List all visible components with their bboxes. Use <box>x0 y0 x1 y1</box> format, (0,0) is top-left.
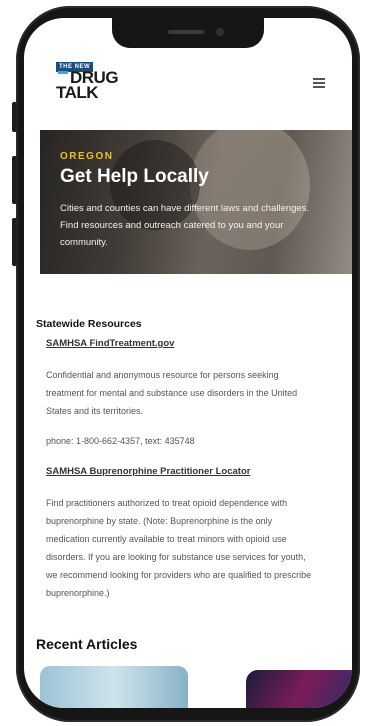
hero-title: Get Help Locally <box>60 166 209 187</box>
site-logo[interactable]: THE NEW DRUG TALK <box>56 62 122 106</box>
volume-down-button <box>12 218 17 266</box>
findtreatment-description: Confidential and anonymous resource for … <box>46 370 298 416</box>
logo-word-talk: TALK <box>56 83 99 102</box>
hero-description: Cities and counties can have different l… <box>60 203 310 248</box>
hero-banner: OREGON Get Help Locally Cities and count… <box>40 130 352 274</box>
logo-accent-bar <box>58 71 68 74</box>
article-card[interactable] <box>40 666 188 708</box>
notch <box>112 18 264 48</box>
speaker <box>168 30 204 34</box>
mute-button <box>12 102 17 132</box>
buprenorphine-locator-link[interactable]: SAMHSA Buprenorphine Practitioner Locato… <box>46 466 250 477</box>
camera <box>216 28 224 36</box>
hero-eyebrow: OREGON <box>60 151 114 162</box>
hamburger-menu-icon[interactable] <box>313 78 325 90</box>
findtreatment-link[interactable]: SAMHSA FindTreatment.gov <box>46 338 174 349</box>
recent-articles-title: Recent Articles <box>36 636 138 652</box>
volume-up-button <box>12 156 17 204</box>
findtreatment-contact: phone: 1-800-662-4357, text: 435748 <box>46 436 195 446</box>
phone-screen: THE NEW DRUG TALK OREGON Get Help Locall… <box>24 18 352 708</box>
article-card[interactable] <box>246 670 352 708</box>
section-title: Statewide Resources <box>36 318 142 330</box>
buprenorphine-description: Find practitioners authorized to treat o… <box>46 498 312 598</box>
